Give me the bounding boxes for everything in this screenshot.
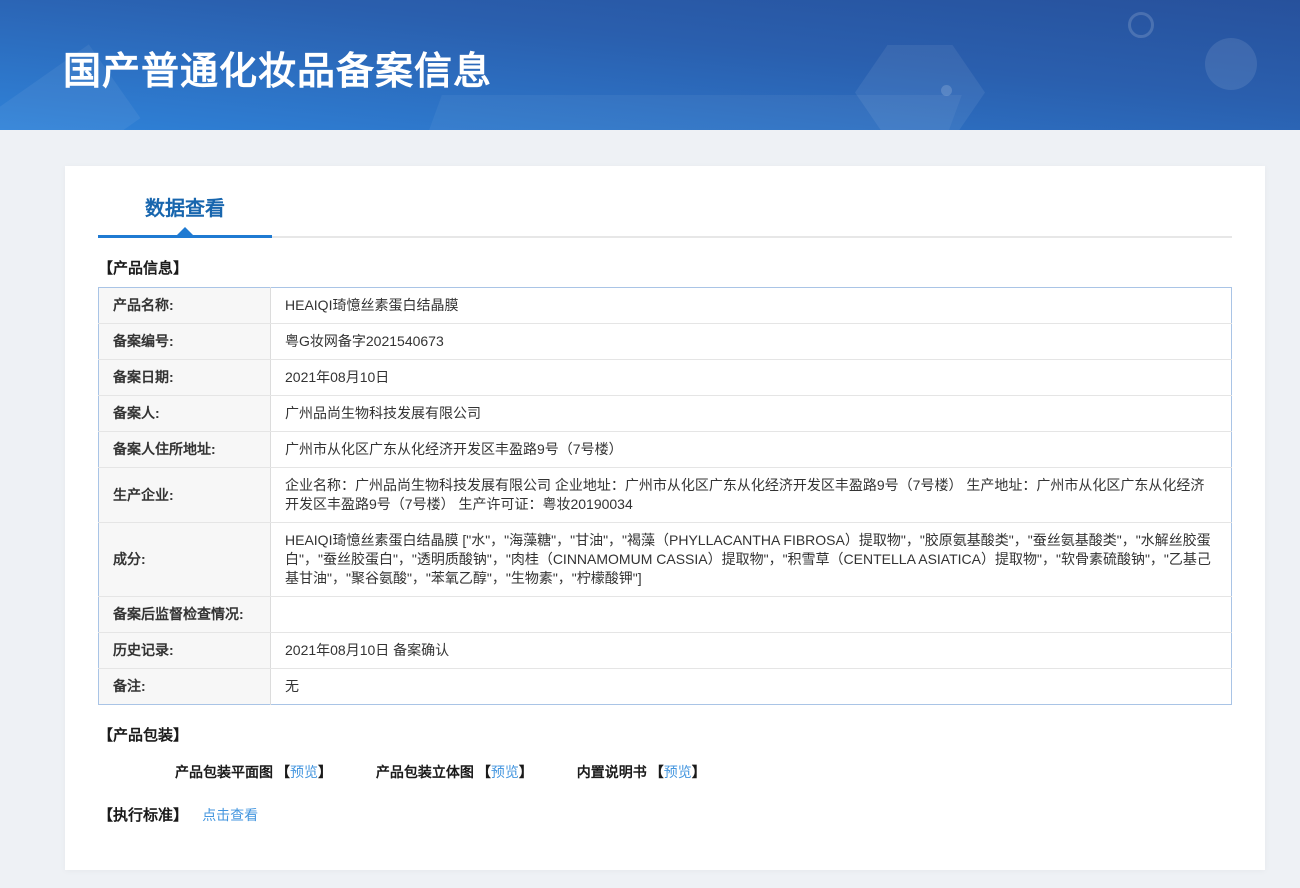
table-row: 备案人: 广州品尚生物科技发展有限公司	[98, 395, 1232, 432]
bracket-close: 】	[518, 764, 533, 780]
banner-decor-circle	[1205, 38, 1257, 90]
field-value: 无	[270, 668, 1232, 705]
table-row: 备案后监督检查情况:	[98, 596, 1232, 633]
tab-data-view-label: 数据查看	[145, 198, 225, 220]
bracket-open: 【	[476, 764, 491, 780]
table-row: 产品名称: HEAIQI琦憶丝素蛋白结晶膜	[98, 287, 1232, 324]
standard-row: 【执行标准】 点击查看	[98, 804, 1232, 825]
standard-view-link[interactable]: 点击查看	[202, 807, 258, 823]
field-value	[270, 596, 1232, 633]
product-info-table: 产品名称: HEAIQI琦憶丝素蛋白结晶膜 备案编号: 粤G妆网备字202154…	[98, 287, 1232, 705]
field-label: 备案后监督检查情况:	[98, 596, 271, 633]
banner-decor-ring	[1128, 12, 1154, 38]
content-card: 数据查看 【产品信息】 产品名称: HEAIQI琦憶丝素蛋白结晶膜 备案编号: …	[65, 166, 1265, 870]
table-row: 备案日期: 2021年08月10日	[98, 359, 1232, 396]
field-label: 历史记录:	[98, 632, 271, 669]
preview-link-flat[interactable]: 预览	[290, 764, 318, 780]
bracket-close: 】	[691, 764, 706, 780]
field-value: 广州市从化区广东从化经济开发区丰盈路9号（7号楼）	[270, 431, 1232, 468]
tab-bar: 数据查看	[98, 192, 1232, 238]
packaging-item-label: 产品包装立体图	[375, 764, 474, 780]
field-value: HEAIQI琦憶丝素蛋白结晶膜	[270, 287, 1232, 324]
bracket-open: 【	[649, 764, 664, 780]
packaging-item-label: 内置说明书	[576, 764, 647, 780]
packaging-links-row: 产品包装平面图 【预览】 产品包装立体图 【预览】 内置说明书 【预览】	[98, 762, 1232, 782]
tab-data-view[interactable]: 数据查看	[98, 192, 272, 238]
field-label: 备案人:	[98, 395, 271, 432]
product-info-heading: 【产品信息】	[98, 260, 189, 277]
field-label: 生产企业:	[98, 467, 271, 523]
field-label: 备案人住所地址:	[98, 431, 271, 468]
table-row: 成分: HEAIQI琦憶丝素蛋白结晶膜 ["水"，"海藻糖"，"甘油"，"褐藻（…	[98, 522, 1232, 597]
field-value: 粤G妆网备字2021540673	[270, 323, 1232, 360]
packaging-item-label: 产品包装平面图	[175, 764, 273, 780]
table-row: 生产企业: 企业名称：广州品尚生物科技发展有限公司 企业地址：广州市从化区广东从…	[98, 467, 1232, 523]
banner-decor-dot	[941, 85, 952, 96]
page-banner: 国产普通化妆品备案信息	[0, 0, 1300, 130]
bracket-close: 】	[318, 764, 332, 780]
field-label: 产品名称:	[98, 287, 271, 324]
field-value: 2021年08月10日	[270, 359, 1232, 396]
field-value: HEAIQI琦憶丝素蛋白结晶膜 ["水"，"海藻糖"，"甘油"，"褐藻（PHYL…	[270, 522, 1232, 597]
standard-heading: 【执行标准】	[98, 807, 189, 824]
packaging-item-3d: 产品包装立体图 【预览】	[376, 762, 533, 782]
table-row: 历史记录: 2021年08月10日 备案确认	[98, 632, 1232, 669]
page-title: 国产普通化妆品备案信息	[63, 51, 493, 93]
field-label: 备案日期:	[98, 359, 271, 396]
packaging-item-flat: 产品包装平面图 【预览】	[175, 762, 332, 782]
field-value: 2021年08月10日 备案确认	[270, 632, 1232, 669]
table-row: 备案人住所地址: 广州市从化区广东从化经济开发区丰盈路9号（7号楼）	[98, 431, 1232, 468]
field-label: 备案编号:	[98, 323, 271, 360]
tab-active-arrow-icon	[177, 227, 193, 235]
banner-decor-band-2	[398, 95, 962, 130]
preview-link-3d[interactable]: 预览	[491, 764, 519, 780]
banner-decor-hexagon	[855, 45, 985, 130]
field-value: 广州品尚生物科技发展有限公司	[270, 395, 1232, 432]
field-value: 企业名称：广州品尚生物科技发展有限公司 企业地址：广州市从化区广东从化经济开发区…	[270, 467, 1232, 523]
packaging-item-manual: 内置说明书 【预览】	[577, 762, 706, 782]
field-label: 备注:	[98, 668, 271, 705]
field-label: 成分:	[98, 522, 271, 597]
table-row: 备注: 无	[98, 668, 1232, 705]
table-row: 备案编号: 粤G妆网备字2021540673	[98, 323, 1232, 360]
bracket-open: 【	[276, 764, 290, 780]
tab-active-underline	[98, 235, 272, 238]
packaging-heading: 【产品包装】	[98, 727, 189, 744]
preview-link-manual[interactable]: 预览	[664, 764, 692, 780]
